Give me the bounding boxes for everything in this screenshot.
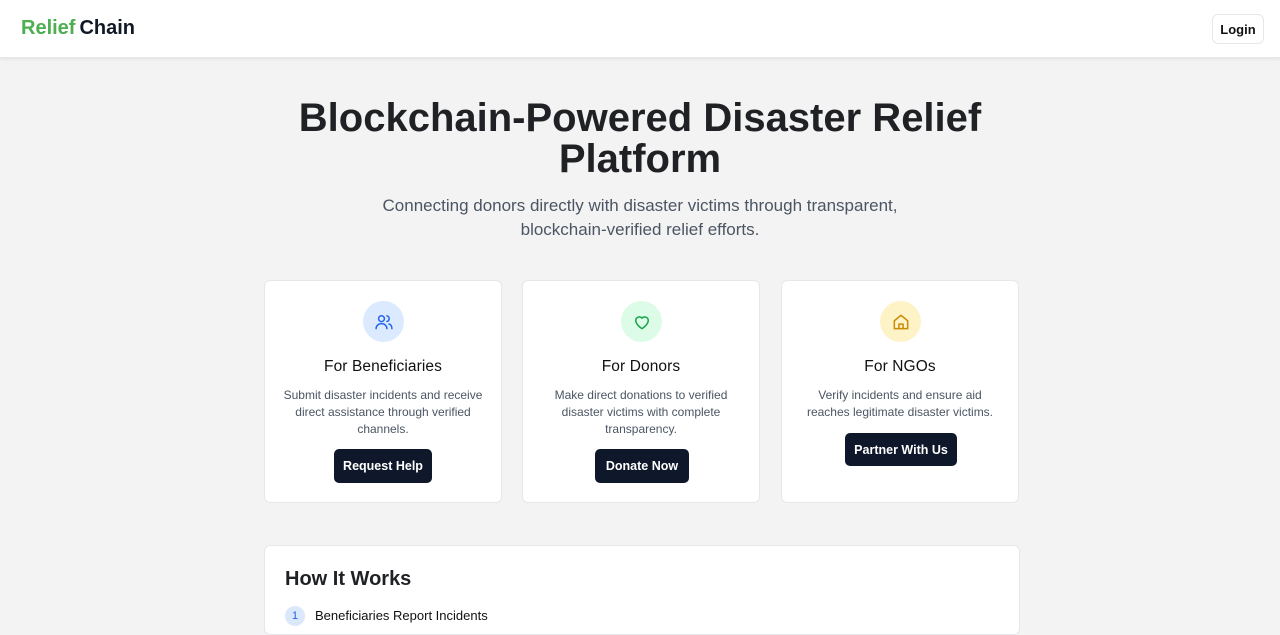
step-number-badge: 1 <box>285 606 305 626</box>
card-description: Make direct donations to verified disast… <box>554 388 728 436</box>
heart-icon <box>621 301 662 342</box>
card-description: Verify incidents and ensure aid reaches … <box>806 388 994 419</box>
donate-now-button[interactable]: Donate Now <box>595 449 689 483</box>
card-description: Submit disaster incidents and receive di… <box>283 388 483 436</box>
home-icon <box>880 301 921 342</box>
partner-with-us-button[interactable]: Partner With Us <box>845 433 957 466</box>
card-title: For Beneficiaries <box>324 358 442 375</box>
section-title: How It Works <box>285 568 412 590</box>
donors-card: For Donors Make direct donations to veri… <box>522 280 760 503</box>
hero-title-line1: Blockchain-Powered Disaster Relief <box>298 96 982 140</box>
brand-name-chain: Chain <box>79 17 136 39</box>
ngos-card: For NGOs Verify incidents and ensure aid… <box>781 280 1019 503</box>
step-label: Beneficiaries Report Incidents <box>315 608 488 623</box>
users-icon <box>363 301 404 342</box>
request-help-button[interactable]: Request Help <box>334 449 432 483</box>
hero-subtitle: Connecting donors directly with disaster… <box>370 194 910 242</box>
hero-title: Blockchain-Powered Disaster Relief Platf… <box>0 98 1280 180</box>
brand-logo[interactable]: Relief Chain <box>21 17 135 40</box>
hero-title-line2: Platform <box>558 137 722 181</box>
how-it-works-section: How It Works 1 Beneficiaries Report Inci… <box>264 545 1020 635</box>
beneficiaries-card: For Beneficiaries Submit disaster incide… <box>264 280 502 503</box>
hero-subtitle-line2: blockchain-verified relief efforts. <box>520 220 760 239</box>
card-title: For NGOs <box>864 358 936 375</box>
hero-subtitle-line1: Connecting donors directly with disaster… <box>382 196 898 215</box>
card-title: For Donors <box>601 358 681 375</box>
login-button[interactable]: Login <box>1212 14 1264 44</box>
top-navbar: Relief Chain Login <box>0 0 1280 58</box>
brand-name-relief: Relief <box>21 17 76 39</box>
